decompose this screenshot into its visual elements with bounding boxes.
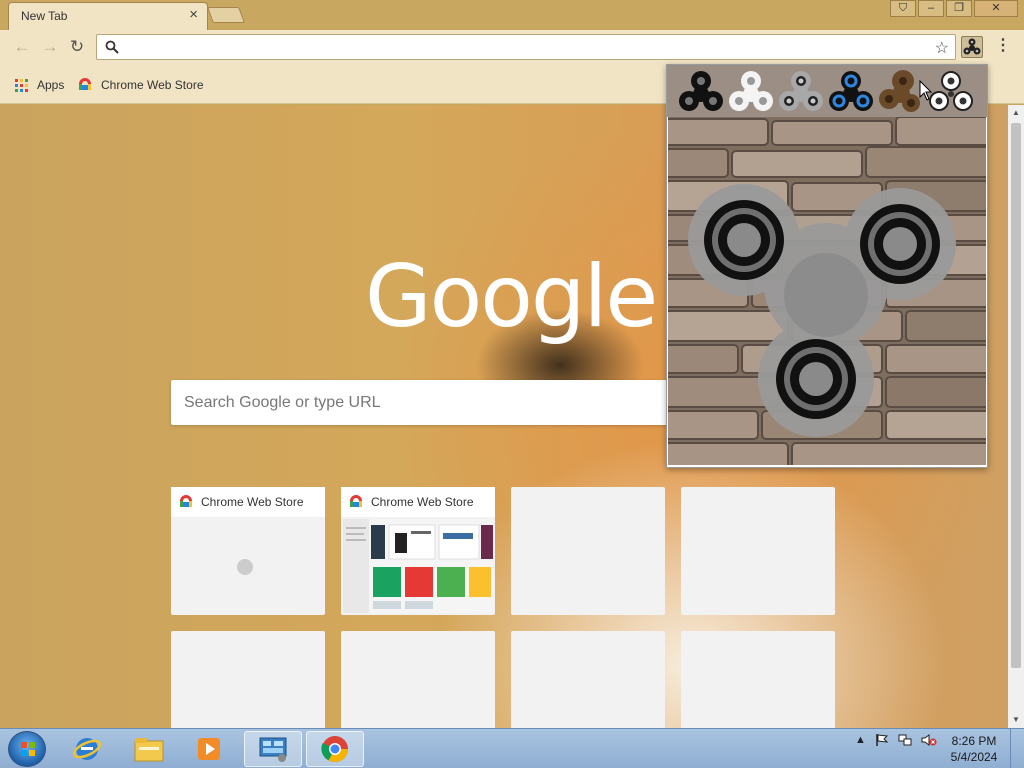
tile-title: Chrome Web Store [201,495,304,509]
empty-tile [341,631,495,728]
taskbar-windows-explorer[interactable] [120,731,178,767]
scroll-up-icon[interactable]: ▲ [1008,105,1024,121]
show-desktop-button[interactable] [1010,729,1024,768]
taskbar-control-panel[interactable] [244,731,302,767]
windows-taskbar: ▲ 8:26 PM 5/4/2024 [0,728,1024,768]
user-icon[interactable]: ⛉ [890,0,916,17]
fidget-spinner-graphic[interactable] [668,117,986,465]
restore-button[interactable]: ❐ [946,0,972,17]
forward-button[interactable]: → [40,37,60,57]
empty-tile [511,631,665,728]
taskbar-media-player[interactable] [180,731,238,767]
fidget-spinner-popup [666,64,988,468]
tile-thumbnail [343,519,493,613]
start-button[interactable] [8,731,46,767]
minimize-button[interactable]: – [918,0,944,17]
windows-logo-icon [21,742,35,756]
taskbar-chrome[interactable] [306,731,364,767]
title-bar: New Tab × ⛉ – ❐ ✕ [0,0,1024,30]
empty-tile [511,487,665,615]
clock-date: 5/4/2024 [950,750,998,764]
mouse-cursor-icon [919,80,933,101]
chrome-web-store-icon [180,495,192,507]
bookmark-chrome-web-store[interactable]: Chrome Web Store [78,76,204,94]
taskbar-internet-explorer[interactable] [58,731,116,767]
bookmark-label: Chrome Web Store [101,78,204,92]
spinner-outline-icon[interactable] [927,69,975,115]
address-bar[interactable]: ☆ [96,34,956,60]
google-logo: Google [365,247,658,347]
taskbar-clock[interactable]: 8:26 PM 5/4/2024 [944,733,1004,765]
spinner-blue-icon[interactable] [827,69,875,115]
spinner-bronze-icon[interactable] [877,69,925,115]
clock-time: 8:26 PM [951,734,997,748]
chrome-icon [321,736,349,763]
tile-title: Chrome Web Store [371,495,474,509]
scroll-down-icon[interactable]: ▼ [1008,712,1024,728]
action-center-flag-icon[interactable] [875,733,889,747]
control-panel-icon [259,737,287,762]
tab-new-tab[interactable]: New Tab × [8,2,208,30]
search-icon [105,40,119,54]
system-tray: ▲ [846,733,937,747]
fidget-spinner-extension-button[interactable] [961,36,983,58]
empty-tile [681,631,835,728]
spinner-picker [667,65,987,117]
stone-wall-background [668,117,986,465]
apps-grid-icon [15,78,28,92]
fidget-spinner-icon [963,38,981,55]
show-hidden-icons-icon[interactable]: ▲ [855,734,866,746]
vertical-scrollbar[interactable]: ▲ ▼ [1008,105,1024,728]
bookmark-label: Apps [37,78,65,92]
folder-icon [134,738,164,762]
chrome-web-store-icon [79,78,91,90]
tab-title: New Tab [21,9,68,23]
search-placeholder: Search Google or type URL [184,394,381,411]
most-visited-tile[interactable]: Chrome Web Store [341,487,495,615]
empty-tile [171,631,325,728]
empty-tile [681,487,835,615]
new-tab-button[interactable] [207,7,245,23]
media-player-icon [198,738,220,760]
close-button[interactable]: ✕ [974,0,1018,17]
spinner-grey-icon[interactable] [777,69,825,115]
back-button[interactable]: ← [12,37,32,57]
window-controls: ⛉ – ❐ ✕ [888,0,1018,18]
tile-title-bar: Chrome Web Store [341,487,495,517]
bookmark-apps[interactable]: Apps [15,76,64,94]
spinner-black-icon[interactable] [677,69,725,115]
bookmark-star-icon[interactable]: ☆ [935,38,949,58]
volume-muted-icon[interactable] [921,733,937,747]
chrome-web-store-icon [350,495,362,507]
chrome-menu-icon[interactable]: ⋮ [995,37,1011,57]
tab-close-icon[interactable]: × [189,7,198,23]
internet-explorer-icon [72,738,102,760]
spinner-white-icon[interactable] [727,69,775,115]
loading-indicator [237,559,253,575]
reload-button[interactable]: ↻ [67,37,87,57]
web-store-thumbnail-image [343,519,493,613]
network-icon[interactable] [898,733,912,747]
toolbar: ← → ↻ ☆ ⋮ [0,30,1024,64]
most-visited-tile[interactable]: Chrome Web Store [171,487,325,615]
scroll-thumb[interactable] [1011,123,1021,668]
tile-title-bar: Chrome Web Store [171,487,325,517]
